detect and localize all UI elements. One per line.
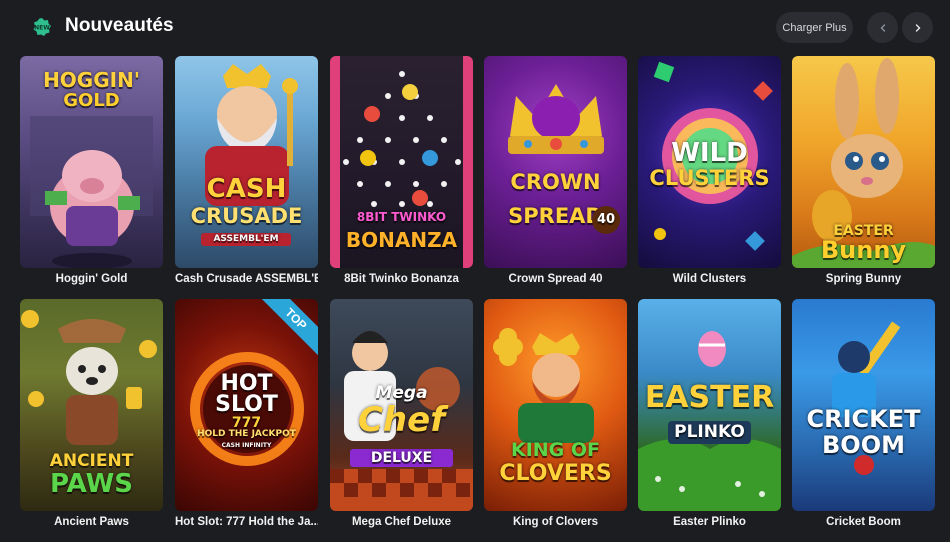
game-thumbnail[interactable]: EASTER Bunny <box>792 56 935 268</box>
game-logo-line: Bunny <box>820 236 907 264</box>
game-logo-line: HOGGIN' <box>43 68 140 92</box>
game-logo-line: HOLD THE JACKPOT <box>197 429 296 439</box>
game-name: Hot Slot: 777 Hold the Ja... <box>175 516 318 528</box>
game-name: King of Clovers <box>513 516 598 528</box>
game-logo-line: PAWS <box>49 469 134 499</box>
game-logo-line: CROWN <box>510 170 601 194</box>
game-logo-line: BOOM <box>822 431 905 459</box>
game-logo-line: CLUSTERS <box>649 166 770 190</box>
game-logo-line: WILD <box>671 138 748 168</box>
game-thumbnail[interactable]: EASTER PLINKO <box>638 299 781 511</box>
game-logo-line: EASTER <box>644 380 775 415</box>
game-thumbnail[interactable]: HOT SLOT 777 HOLD THE JACKPOT CASH INFIN… <box>175 299 318 511</box>
game-card-ancient-paws[interactable]: ANCIENT PAWS Ancient Paws <box>20 299 163 528</box>
game-thumbnail[interactable]: KING OF CLOVERS <box>484 299 627 511</box>
game-logo-line: ANCIENT <box>49 451 134 471</box>
game-name: Crown Spread 40 <box>508 273 603 285</box>
game-logo-line: 777 <box>231 415 262 431</box>
game-name: Cash Crusade ASSEMBL'E... <box>175 273 318 285</box>
game-thumbnail[interactable]: 8BIT TWINKO BONANZA <box>330 56 473 268</box>
game-logo-line: CASH INFINITY <box>221 442 272 449</box>
game-name: Hoggin' Gold <box>55 273 128 285</box>
game-name: Ancient Paws <box>54 516 129 528</box>
game-logo-line: CRICKET <box>806 405 921 433</box>
carousel-prev-button[interactable] <box>867 12 898 43</box>
section-header: NEW Nouveautés Charger Plus <box>0 0 950 54</box>
game-card-cricket-boom[interactable]: CRICKET BOOM Cricket Boom <box>792 299 935 528</box>
game-logo-line: 8BIT TWINKO <box>356 210 447 224</box>
game-thumbnail[interactable]: CASH CRUSADE ASSEMBL'EM <box>175 56 318 268</box>
new-badge-text: NEW <box>34 25 50 32</box>
game-card-easter-plinko[interactable]: EASTER PLINKO Easter Plinko <box>638 299 781 528</box>
section-title: Nouveautés <box>65 15 174 36</box>
game-card-king-of-clovers[interactable]: KING OF CLOVERS King of Clovers <box>484 299 627 528</box>
game-thumbnail[interactable]: HOGGIN' GOLD <box>20 56 163 268</box>
carousel-next-button[interactable] <box>902 12 933 43</box>
game-name: Wild Clusters <box>672 273 747 285</box>
game-logo-line: DELUXE <box>350 449 453 467</box>
game-thumbnail[interactable]: CRICKET BOOM <box>792 299 935 511</box>
game-logo-line: ASSEMBL'EM <box>201 233 291 246</box>
game-card-spring-bunny[interactable]: EASTER Bunny Spring Bunny <box>792 56 935 285</box>
game-logo-line: PLINKO <box>668 421 751 444</box>
game-card-wild-clusters[interactable]: WILD CLUSTERS Wild Clusters <box>638 56 781 285</box>
game-card-hot-slot[interactable]: HOT SLOT 777 HOLD THE JACKPOT CASH INFIN… <box>175 299 318 528</box>
game-thumbnail[interactable]: Mega Chef DELUXE <box>330 299 473 511</box>
game-logo-line: CLOVERS <box>499 461 612 486</box>
game-name: Mega Chef Deluxe <box>351 516 452 528</box>
game-thumbnail[interactable]: ANCIENT PAWS <box>20 299 163 511</box>
game-name: 8Bit Twinko Bonanza <box>344 273 459 285</box>
game-name: Easter Plinko <box>673 516 746 528</box>
game-thumbnail[interactable]: CROWN SPREAD 40 <box>484 56 627 268</box>
load-more-button[interactable]: Charger Plus <box>776 12 853 43</box>
game-logo-line: GOLD <box>63 90 120 111</box>
game-card-cash-crusade[interactable]: CASH CRUSADE ASSEMBL'EM Cash Crusade ASS… <box>175 56 318 285</box>
game-logo-line: KING OF <box>510 439 601 461</box>
game-logo-line: 40 <box>592 206 620 234</box>
game-card-8bit-twinko-bonanza[interactable]: 8BIT TWINKO BONANZA 8Bit Twinko Bonanza <box>330 56 473 285</box>
game-card-hoggin-gold[interactable]: HOGGIN' GOLD Hoggin' Gold <box>20 56 163 285</box>
game-name: Cricket Boom <box>826 516 901 528</box>
game-card-crown-spread-40[interactable]: CROWN SPREAD 40 Crown Spread 40 <box>484 56 627 285</box>
game-logo-line: SLOT <box>215 392 278 417</box>
crown-illustration <box>508 84 604 154</box>
game-thumbnail[interactable]: WILD CLUSTERS <box>638 56 781 268</box>
game-logo-line: CRUSADE <box>190 204 303 228</box>
game-logo-line: CASH <box>206 174 287 204</box>
game-card-mega-chef-deluxe[interactable]: Mega Chef DELUXE Mega Chef Deluxe <box>330 299 473 528</box>
game-logo-line: BONANZA <box>345 228 458 252</box>
chevron-left-icon <box>880 23 885 32</box>
game-logo-line: Chef <box>357 400 445 440</box>
new-badge-icon: NEW <box>33 18 51 36</box>
game-name: Spring Bunny <box>825 273 902 285</box>
chevron-right-icon <box>915 23 920 32</box>
